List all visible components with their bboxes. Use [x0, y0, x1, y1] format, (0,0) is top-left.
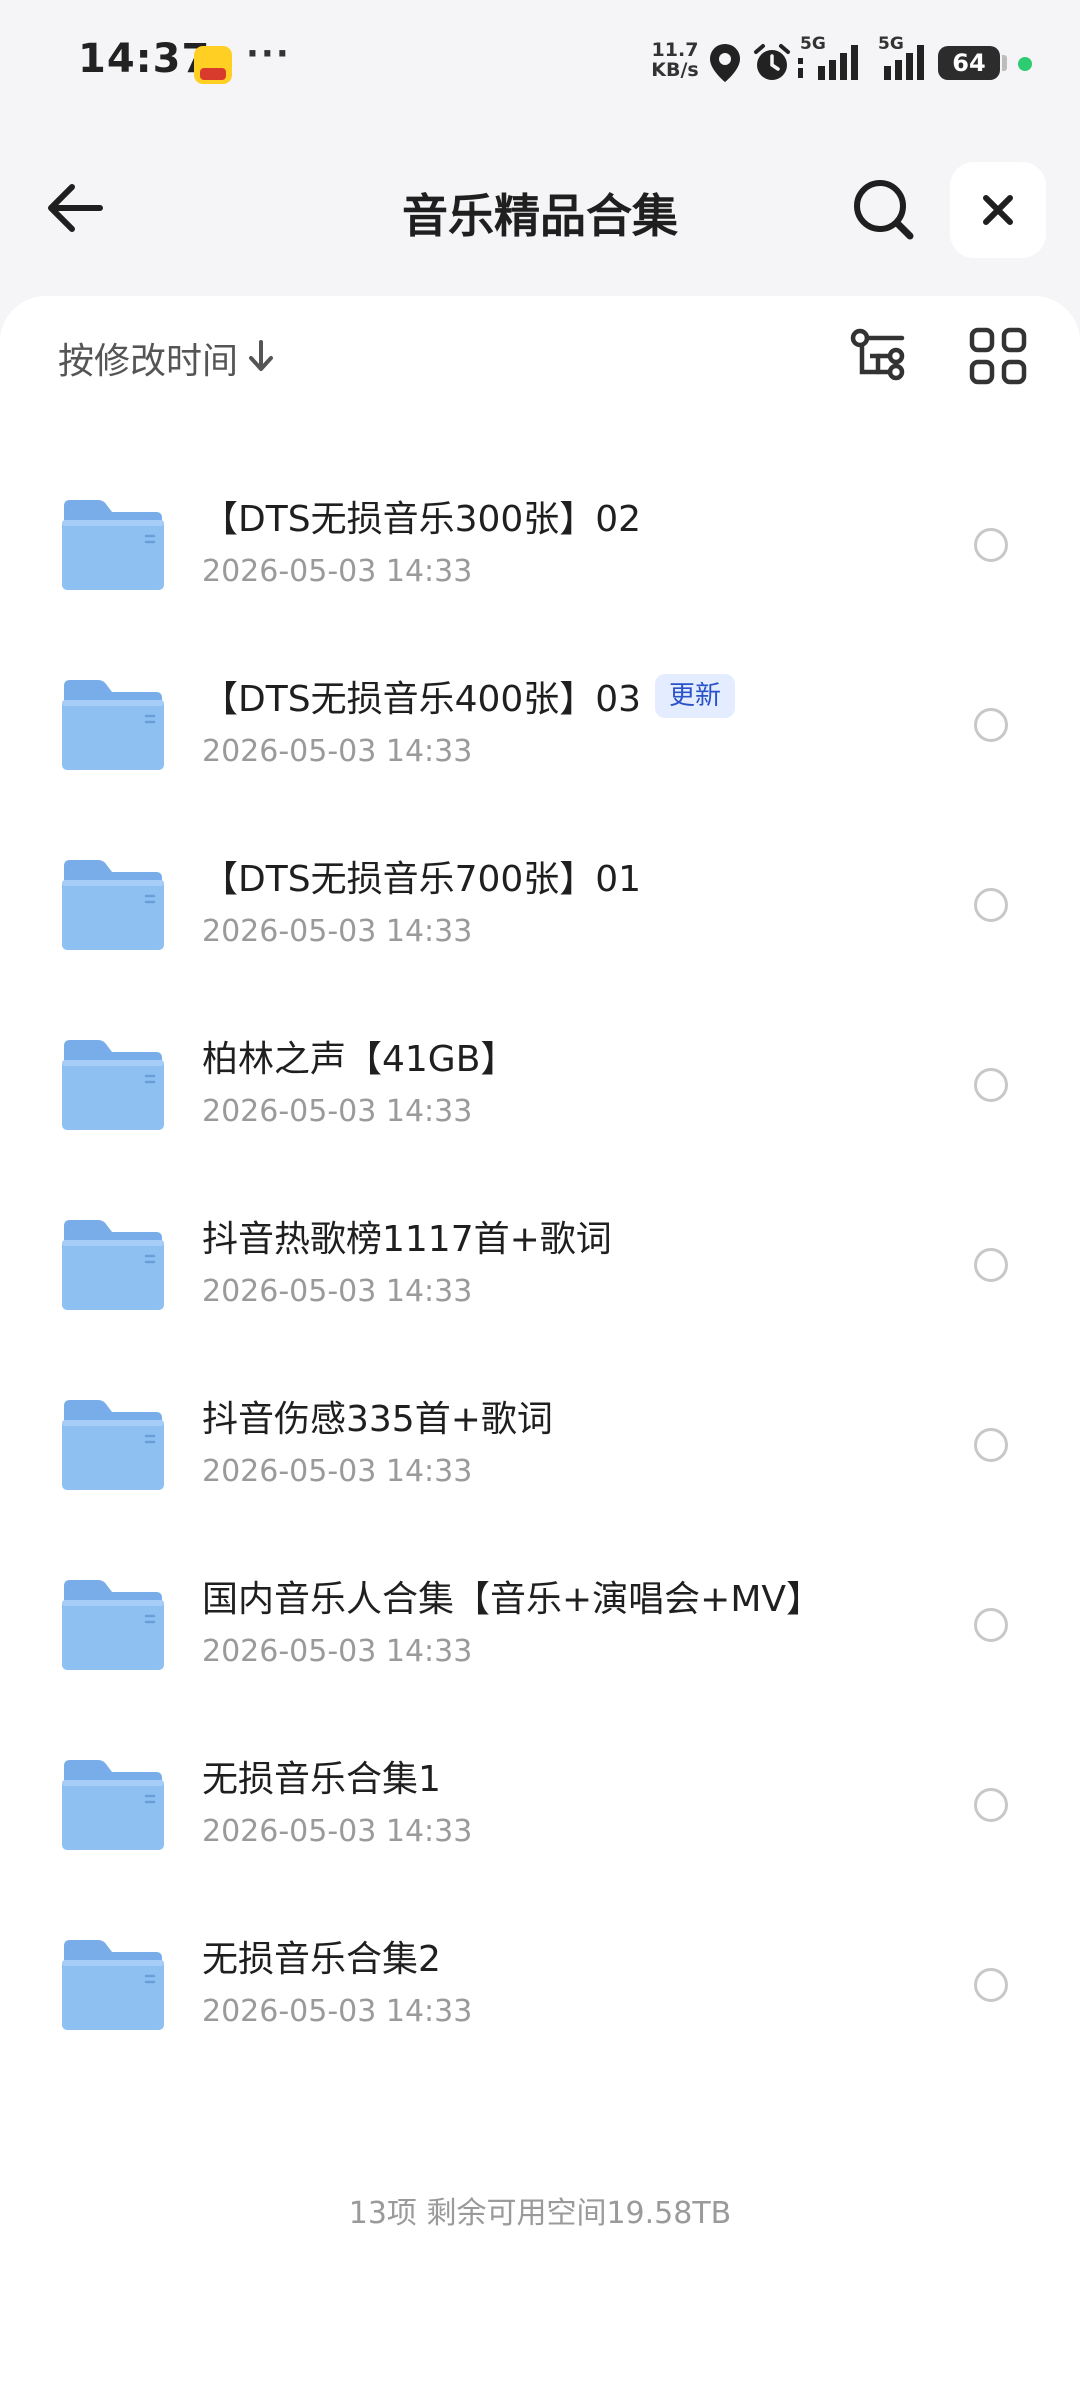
close-button[interactable] [950, 162, 1046, 258]
file-list: 2026-05-03 14:33 【DTS无损音乐300张】02 2026-05… [0, 296, 1080, 2096]
header: 音乐精品合集 [0, 140, 1080, 280]
folder-name: 柏林之声【41GB】 [202, 1039, 517, 1080]
network-speed-unit: KB/s [651, 59, 699, 81]
folder-name: 无损音乐合集1 [202, 1759, 441, 1800]
close-icon [983, 195, 1013, 225]
folder-modified-date: 2026-05-03 14:33 [202, 554, 473, 589]
folder-modified-date: 2026-05-03 14:33 [202, 1814, 473, 1849]
location-icon [710, 44, 740, 82]
search-icon [854, 180, 914, 240]
folder-name: 抖音伤感335首+歌词 [202, 1399, 553, 1440]
back-button[interactable] [38, 170, 114, 246]
folder-icon [62, 1220, 164, 1310]
folder-name: 【DTS无损音乐300张】02 [202, 499, 642, 540]
signal-strength-icon [884, 45, 924, 80]
folder-modified-date: 2026-05-03 14:33 [202, 914, 473, 949]
tree-view-button[interactable] [848, 324, 912, 388]
privacy-indicator-dot [1018, 57, 1032, 71]
folder-name: 抖音热歌榜1117首+歌词 [202, 1219, 612, 1260]
more-notifications-icon: ··· [246, 34, 291, 74]
select-radio[interactable] [974, 888, 1008, 922]
folder-name: 国内音乐人合集【音乐+演唱会+MV】 [202, 1579, 823, 1620]
sort-by-modified-button[interactable]: 按修改时间 [58, 332, 238, 384]
storage-summary: 13项 剩余可用空间19.58TB [348, 2196, 732, 2231]
folder-icon [62, 1760, 164, 1850]
folder-modified-date: 2026-05-03 14:33 [202, 1274, 473, 1309]
folder-icon [62, 1400, 164, 1490]
folder-name: 【DTS无损音乐400张】03 [202, 679, 642, 720]
folder-row[interactable]: 柏林之声【41GB】 2026-05-03 14:33 [0, 990, 1080, 1170]
folder-icon [62, 1040, 164, 1130]
folder-icon [62, 1940, 164, 2030]
update-badge: 更新 [655, 674, 736, 718]
folder-icon [62, 680, 164, 770]
folder-modified-date: 2026-05-03 14:33 [202, 734, 473, 769]
sort-toolbar: 按修改时间 [0, 296, 1080, 416]
battery-indicator: 64 [938, 46, 1000, 80]
page-title: 音乐精品合集 [402, 189, 678, 243]
folder-row[interactable]: 抖音伤感335首+歌词 2026-05-03 14:33 [0, 1350, 1080, 1530]
folder-row[interactable]: 国内音乐人合集【音乐+演唱会+MV】 2026-05-03 14:33 [0, 1530, 1080, 1710]
signal-strength-icon [798, 45, 858, 80]
folder-icon [62, 500, 164, 590]
battery-tip [1002, 55, 1007, 71]
search-button[interactable] [844, 170, 924, 250]
arrow-left-icon [48, 184, 103, 232]
folder-row[interactable]: 无损音乐合集2 2026-05-03 14:33 [0, 1890, 1080, 2070]
select-radio[interactable] [974, 1968, 1008, 2002]
folder-modified-date: 2026-05-03 14:33 [202, 1994, 473, 2029]
file-list-panel: 按修改时间 【DTS无损音乐300张】02 2026-05-03 14:33 【… [0, 296, 1080, 2400]
grid-view-icon [969, 327, 1027, 385]
select-radio[interactable] [974, 708, 1008, 742]
folder-row[interactable]: 【DTS无损音乐300张】02 2026-05-03 14:33 [0, 450, 1080, 630]
folder-row[interactable]: 无损音乐合集1 2026-05-03 14:33 [0, 1710, 1080, 1890]
select-radio[interactable] [974, 1788, 1008, 1822]
select-radio[interactable] [974, 1068, 1008, 1102]
folder-icon [62, 1580, 164, 1670]
tree-view-icon [850, 328, 905, 381]
arrow-down-icon[interactable] [246, 338, 276, 374]
folder-modified-date: 2026-05-03 14:33 [202, 1454, 473, 1489]
folder-icon [62, 860, 164, 950]
network-speed: 11.7 KB/s [650, 40, 700, 80]
select-radio[interactable] [974, 1608, 1008, 1642]
select-radio[interactable] [974, 528, 1008, 562]
network-speed-value: 11.7 [651, 39, 699, 61]
folder-modified-date: 2026-05-03 14:33 [202, 1094, 473, 1129]
app-notification-icon [194, 46, 232, 84]
folder-modified-date: 2026-05-03 14:33 [202, 1634, 473, 1669]
select-radio[interactable] [974, 1248, 1008, 1282]
status-bar: 14:37 ··· 11.7 KB/s 5G 5G 64 [0, 0, 1080, 130]
select-radio[interactable] [974, 1428, 1008, 1462]
status-time: 14:37 [78, 36, 211, 82]
grid-view-button[interactable] [966, 324, 1030, 388]
folder-row[interactable]: 【DTS无损音乐700张】01 2026-05-03 14:33 [0, 810, 1080, 990]
folder-row[interactable]: 抖音热歌榜1117首+歌词 2026-05-03 14:33 [0, 1170, 1080, 1350]
folder-name: 无损音乐合集2 [202, 1939, 441, 1980]
folder-name: 【DTS无损音乐700张】01 [202, 859, 642, 900]
folder-row[interactable]: 【DTS无损音乐400张】03 更新 2026-05-03 14:33 [0, 630, 1080, 810]
alarm-icon [754, 44, 790, 80]
